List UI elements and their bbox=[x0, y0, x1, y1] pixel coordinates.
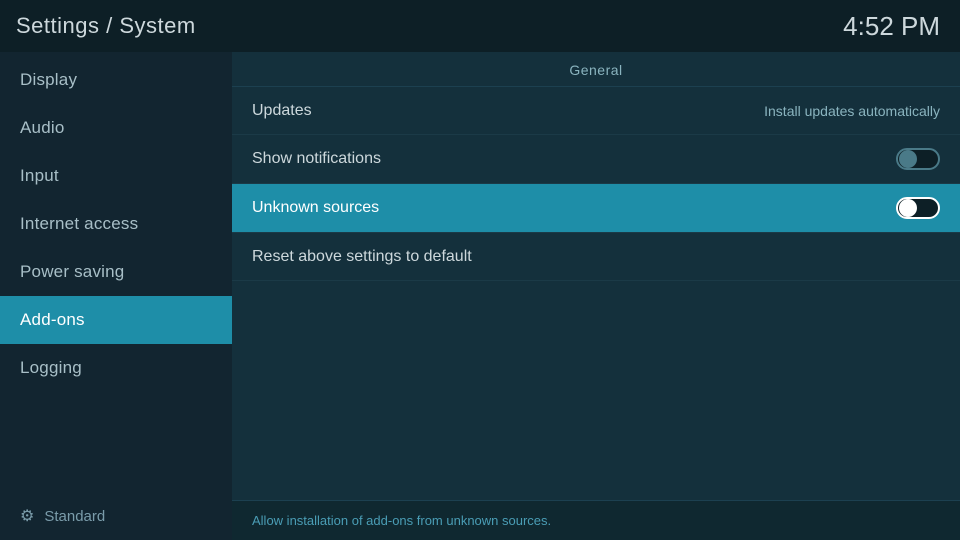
sidebar-item-label: Power saving bbox=[20, 262, 124, 281]
sidebar-item-internet-access[interactable]: Internet access bbox=[0, 200, 232, 248]
sidebar-item-input[interactable]: Input bbox=[0, 152, 232, 200]
sidebar-footer: ⚙ Standard bbox=[0, 492, 232, 540]
toggle-unknown-sources[interactable] bbox=[896, 197, 940, 219]
status-text: Allow installation of add-ons from unkno… bbox=[252, 513, 551, 528]
main-layout: Display Audio Input Internet access Powe… bbox=[0, 52, 960, 540]
gear-icon: ⚙ bbox=[20, 506, 34, 526]
sidebar-item-display[interactable]: Display bbox=[0, 56, 232, 104]
toggle-knob bbox=[899, 150, 917, 168]
settings-row-show-notifications[interactable]: Show notifications bbox=[232, 135, 960, 184]
sidebar-item-power-saving[interactable]: Power saving bbox=[0, 248, 232, 296]
sidebar-item-label: Display bbox=[20, 70, 77, 89]
sidebar-item-add-ons[interactable]: Add-ons bbox=[0, 296, 232, 344]
sidebar-item-label: Internet access bbox=[20, 214, 138, 233]
content-area: General Updates Install updates automati… bbox=[232, 52, 960, 540]
settings-row-reset[interactable]: Reset above settings to default bbox=[232, 233, 960, 281]
page-title: Settings / System bbox=[16, 13, 196, 39]
sidebar-item-label: Add-ons bbox=[20, 310, 85, 329]
row-label-show-notifications: Show notifications bbox=[252, 150, 381, 168]
settings-level-label: Standard bbox=[44, 508, 105, 525]
sidebar-item-logging[interactable]: Logging bbox=[0, 344, 232, 392]
settings-row-updates[interactable]: Updates Install updates automatically bbox=[232, 87, 960, 135]
sidebar-item-label: Audio bbox=[20, 118, 64, 137]
toggle-show-notifications[interactable] bbox=[896, 148, 940, 170]
toggle-knob-unknown-sources bbox=[899, 199, 917, 217]
settings-list: Updates Install updates automatically Sh… bbox=[232, 87, 960, 281]
row-label-updates: Updates bbox=[252, 102, 312, 120]
status-bar: Allow installation of add-ons from unkno… bbox=[232, 500, 960, 540]
header: Settings / System 4:52 PM bbox=[0, 0, 960, 52]
sidebar-item-audio[interactable]: Audio bbox=[0, 104, 232, 152]
section-header: General bbox=[232, 52, 960, 87]
content-inner: General Updates Install updates automati… bbox=[232, 52, 960, 500]
sidebar: Display Audio Input Internet access Powe… bbox=[0, 52, 232, 540]
sidebar-item-label: Logging bbox=[20, 358, 82, 377]
row-label-unknown-sources: Unknown sources bbox=[252, 199, 379, 217]
settings-row-unknown-sources[interactable]: Unknown sources bbox=[232, 184, 960, 233]
sidebar-item-label: Input bbox=[20, 166, 59, 185]
row-value-updates: Install updates automatically bbox=[764, 103, 940, 119]
clock: 4:52 PM bbox=[843, 11, 940, 42]
row-label-reset: Reset above settings to default bbox=[252, 248, 472, 266]
